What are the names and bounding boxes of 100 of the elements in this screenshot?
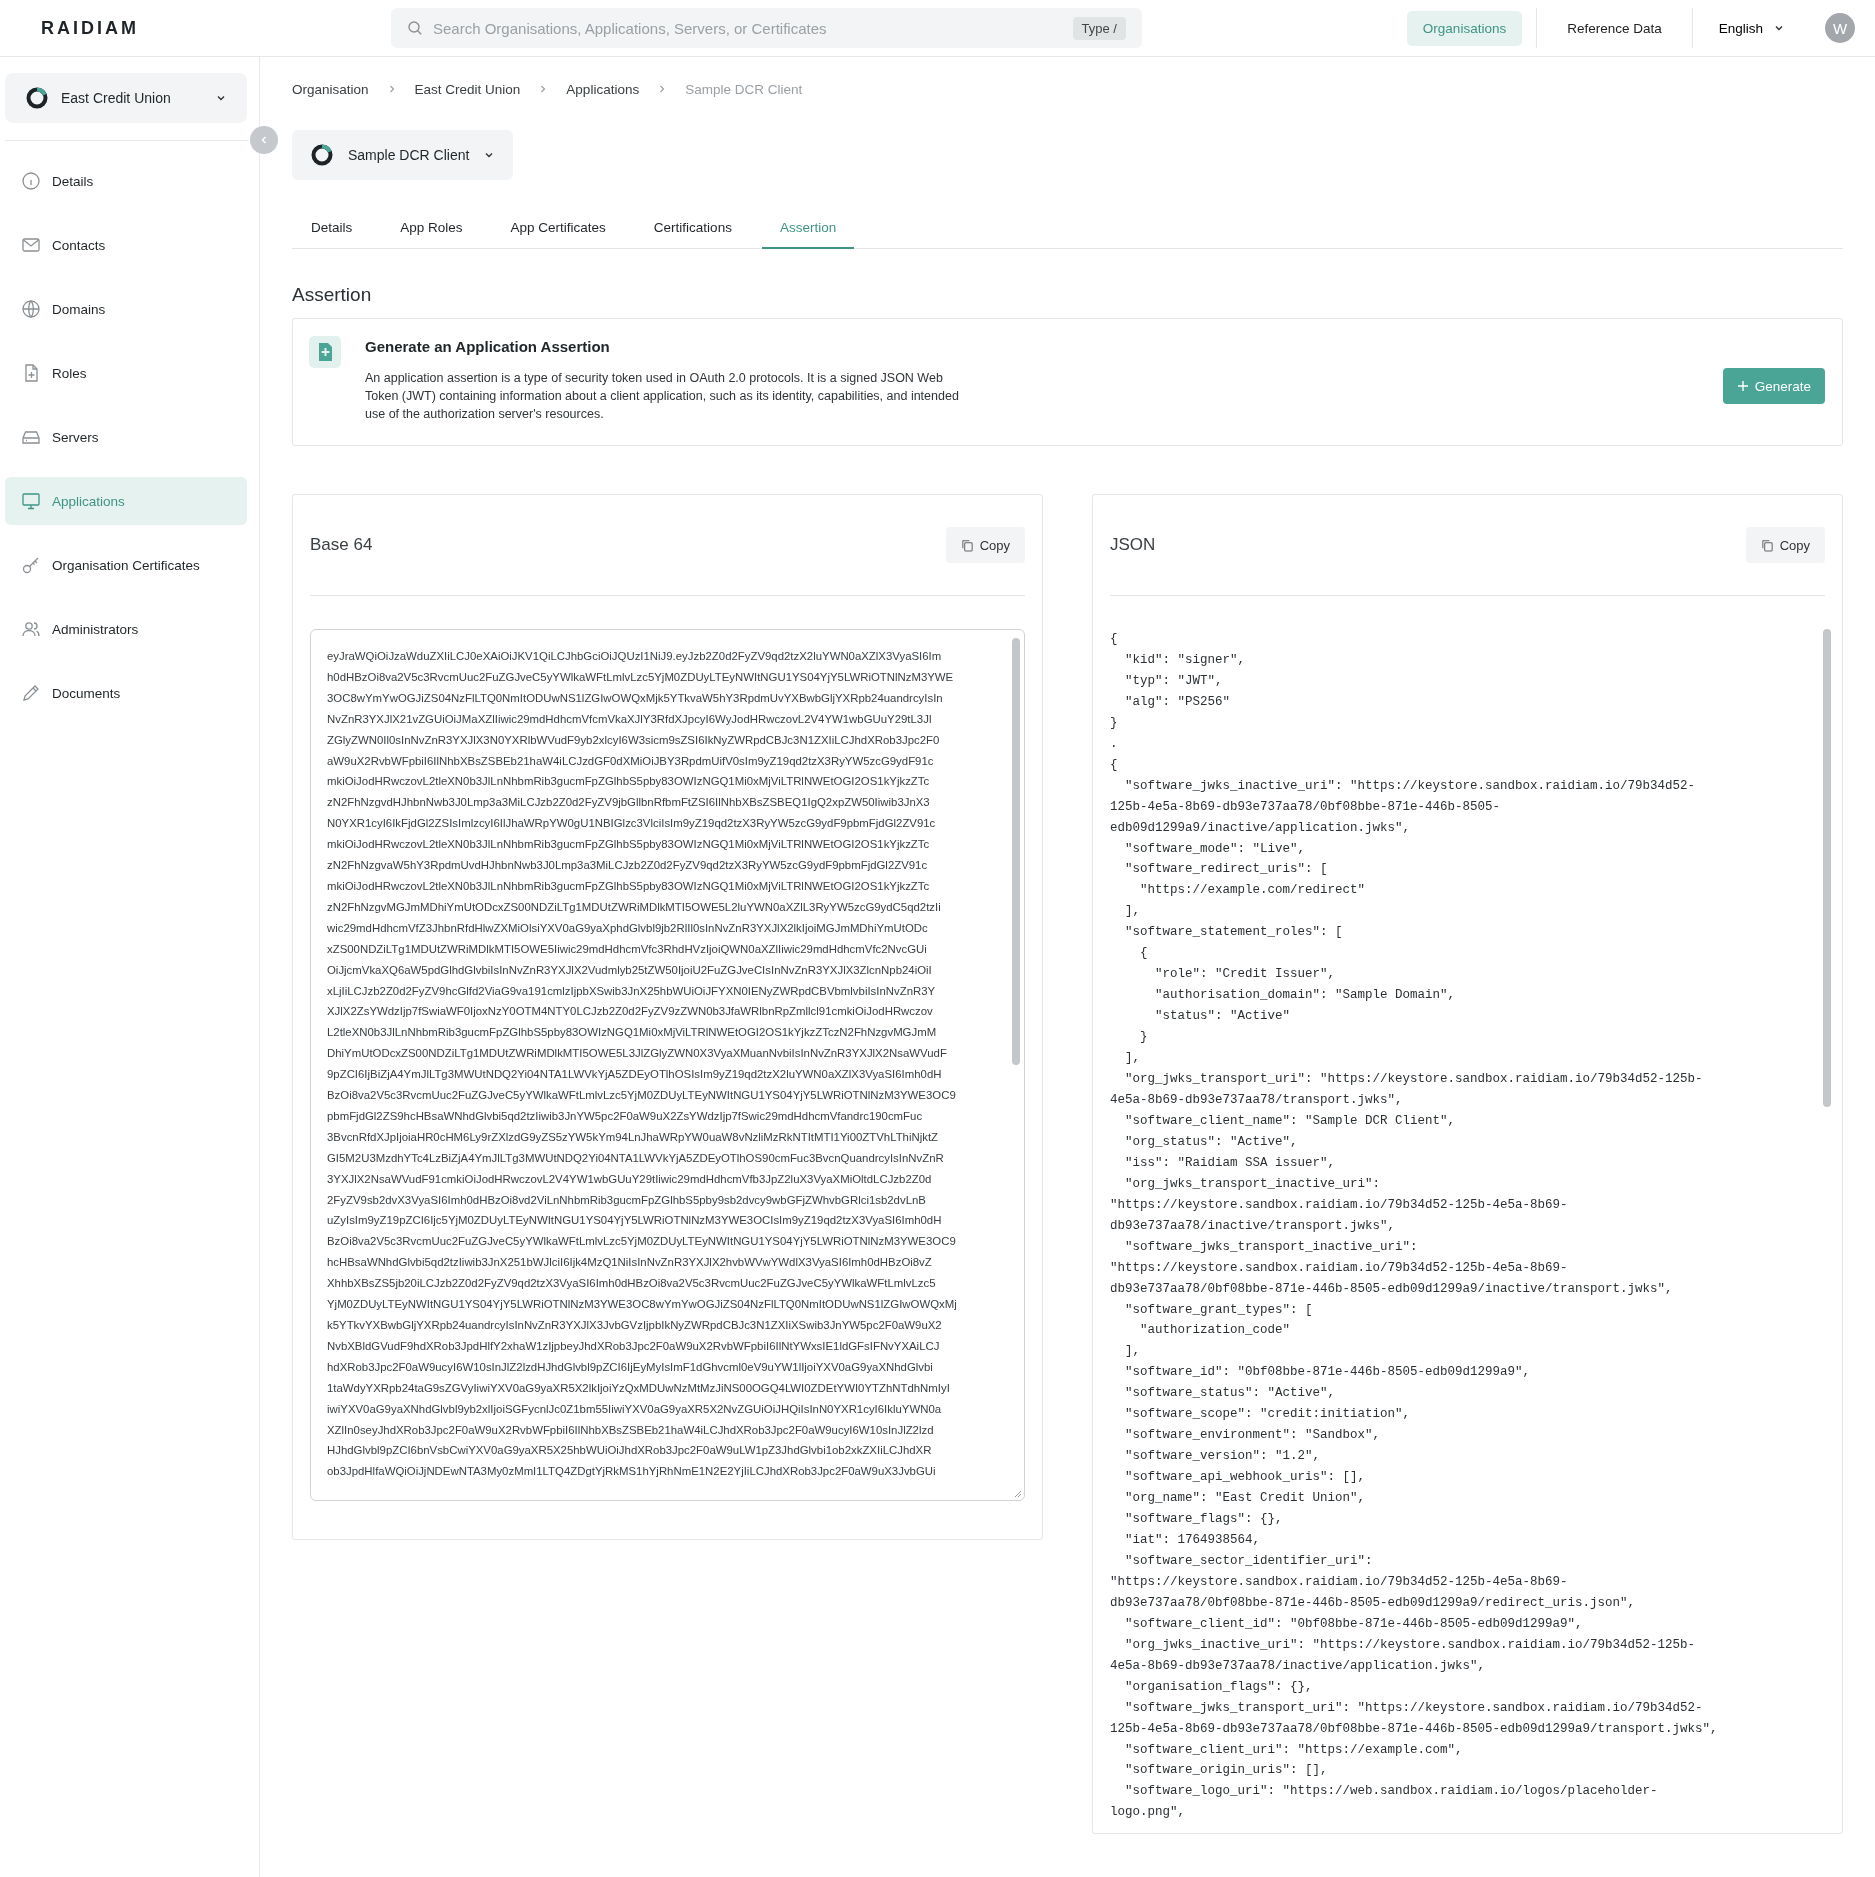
- sidebar-item[interactable]: Documents: [5, 669, 247, 717]
- code-line: "role": "Credit Issuer",: [1154, 966, 1337, 984]
- scrollbar-thumb[interactable]: [1823, 629, 1831, 1107]
- code-line: "org_jwks_inactive_uri": "https://keystore.sandbox.raidiam.io/79b34d52-125b-: [1124, 1636, 1697, 1654]
- code-line: {: [1110, 756, 1119, 774]
- nav-icon: [21, 619, 41, 639]
- code-line: "https://keystore.sandbox.raidiam.io/79b34d52-125b-4e5a-8b69-: [1110, 1259, 1569, 1277]
- code-line: }: [1139, 1029, 1149, 1047]
- code-line: "https://example.com/redirect": [1139, 882, 1367, 900]
- resize-grip-icon: [1012, 1488, 1022, 1498]
- code-line: db93e737aa78/0bf08bbe-871e-446b-8505-edb09d1299a9/inactive/transport.jwks",: [1110, 1280, 1674, 1298]
- code-line: "software_client_id": "0bf08bbe-871e-446b-8505-edb09d1299a9",: [1124, 1615, 1584, 1633]
- tab[interactable]: Details: [293, 208, 371, 249]
- nav-icon: [21, 555, 41, 575]
- tab[interactable]: Certifications: [635, 208, 750, 249]
- code-line: "software_status": "Active",: [1124, 1385, 1337, 1403]
- nav-button[interactable]: Reference Data: [1551, 10, 1678, 46]
- copy-icon: [960, 538, 974, 552]
- code-line: "iss": "Raidiam SSA issuer",: [1124, 1154, 1337, 1172]
- breadcrumb-link[interactable]: East Credit Union: [414, 81, 521, 97]
- plus-icon: [1736, 380, 1749, 392]
- code-line: "software_id": "0bf08bbe-871e-446b-8505-edb09d1299a9",: [1124, 1364, 1532, 1382]
- nav-icon: [21, 235, 41, 255]
- code-line: "authorization_code": [1139, 1322, 1292, 1340]
- search-input[interactable]: Search Organisations, Applications, Servers, or Certificates: [431, 18, 1065, 38]
- sidebar-item[interactable]: Administrators: [5, 605, 247, 653]
- code-line: "software_mode": "Live",: [1124, 840, 1307, 858]
- code-line: }: [1110, 714, 1119, 732]
- tab[interactable]: App Roles: [382, 208, 481, 249]
- tab[interactable]: Assertion: [761, 208, 855, 249]
- code-line: "software_version": "1.2",: [1124, 1448, 1322, 1466]
- code-line: "software_statement_roles": [: [1124, 924, 1344, 942]
- code-line: "org_jwks_transport_uri": "https://keystore.sandbox.raidiam.io/79b34d52-125b-: [1124, 1071, 1704, 1088]
- text-area[interactable]: eyJraWQiOiJzaWduZXIiLCJ0eXAiOiJKV1QiLCJhbGciOiJQUzI1NiJ9.eyJzb2Z0d2FyZV9qd2tzX2luYWN0aXZlX3VyaSI6Im h0dHBzOi8va2V5c3RvcmUuc2FuZGJveC5yYWlkaWFtLmlvLzc5YjM0ZDUyLTEyNWItNGU1YS04YjY5LWRiOTNlNzM3YWE 3OC8wYmYwOGJiZS04NzFlLTQ0NmItODUwNS1lZGIwOWQxMjk5YTkvaW5hY3RpdmUvYXBwbGljYXRpb24uandrcyIsIn NvZnR3YXJlX21vZGUiOiJMaXZlIiwic29mdHdhcmVfcmVkaXJlY3RfdXJpcyI6WyJodHRwczovL2V4YW1wbGUuY29tL3Jl ZGlyZWN0Il0sInNvZnR3YXJlX3N0YXRlbWVudF9yb2xlcyI6W3sicm9sZSI6IkNyZWRpdCBJc3N1ZXIiLCJhdXRob3Jpc2F0 aW9uX2RvbWFpbiI6IlNhbXBsZSBEb21haW4iLCJzdGF0dXMiOiJBY3RpdmUifV0sIm9yZ19qd2tzX3RyYW5zcG9ydF91c mkiOiJodHRwczovL2tleXN0b3JlLnNhbmRib3gucmFpZGlhbS5pby83OWIzNGQ1Mi0xMjViLTRlNWEtOGI2OS1kYjkzZTc zN2FhNzgvdHJhbnNwb3J0Lmp3a3MiLCJzb2Z0d2FyZV9jbGllbnRfbmFtZSI6IlNhbXBsZSBEQ1IgQ2xpZW50Iiwib3JnX3 N0YXR1cyI6IkFjdGl2ZSIsImlzcyI6IlJhaWRpYW0gU1NBIGlzc3VlciIsIm9yZ19qd2tzX3RyYW5zcG9ydF9pbmFjdGl2ZV91c mkiOiJodHRwczovL2tleXN0b3JlLnNhbmRib3gucmFpZGlhbS5pby83OWIzNGQ1Mi0xMjViLTRlNWEtOGI2OS1kYjkzZTc zN2FhNzgvaW5hY3RpdmUvdHJhbnNwb3J0Lmp3a3MiLCJzb2Z0d2FyZV9qd2tzX3RyYW5zcG9ydF9pbmFjdGl2ZV91c mkiOiJodHRwczovL2tleXN0b3JlLnNhbmRib3gucmFpZGlhbS5pby83OWIzNGQ1Mi0xMjViLTRlNWEtOGI2OS1kYjkzZTc zN2FhNzgvMGJmMDhiYmUtODcxZS00NDZiLTg1MDUtZWRiMDlkMTI5OWE5L2luYWN0aXZlL3RyYW5zcG9ydC5qd2tzIi wic29mdHdhcmVfZ3JhbnRfdHlwZXMiOlsiYXV0aG9yaXphdGlvbl9jb2RlIl0sInNvZnR3YXJlX2lkIjoiMGJmMDhiYmUtODc xZS00NDZiLTg1MDUtZWRiMDlkMTI5OWE5Iiwic29mdHdhcmVfc3RhdHVzIjoiQWN0aXZlIiwic29mdHdhcmVfc2NvcGUi OiJjcmVkaXQ6aW5pdGlhdGlvbiIsInNvZnR3YXJlX2Vudmlyb25tZW50IjoiU2FuZGJveCIsInNvZnR3YXJlX3ZlcnNpb24iOiI xLjIiLCJzb2Z0d2FyZV9hcGlfd2ViaG9va191cmlzIjpbXSwib3JnX25hbWUiOiJFYXN0IENyZWRpdCBVbmlvbiIsInNvZnR3Y XJlX2ZsYWdzIjp7fSwiaWF0IjoxNzY0OTM4NTY0LCJzb2Z0d2FyZV9zZWN0b3JfaWRlbnRpZmllcl91cmkiOiJodHRwczov L2tleXN0b3JlLnNhbmRib3gucmFpZGlhbS5pby83OWIzNGQ1Mi0xMjViLTRlNWEtOGI2OS1kYjkzZTczN2FhNzgvMGJmM DhiYmUtODcxZS00NDZiLTg1MDUtZWRiMDlkMTI5OWE5L3JlZGlyZWN0X3VyaXMuanNvbiIsInNvZnR3YXJlX2NsaWVudF 9pZCI6IjBiZjA4YmJlLTg3MWUtNDQ2Yi04NTA1LWVkYjA5ZDEyOTlhOSIsIm9yZ19qd2tzX2luYWN0aXZlX3VyaSI6Imh0dH BzOi8va2V5c3RvcmUuc2FuZGJveC5yYWlkaWFtLmlvLzc5YjM0ZDUyLTEyNWItNGU1YS04YjY5LWRiOTNlNzM3YWE3OC9 pbmFjdGl2ZS9hcHBsaWNhdGlvbi5qd2tzIiwib3JnYW5pc2F0aW9uX2ZsYWdzIjp7fSwic29mdHdhcmVfandrc190cmFuc 3BvcnRfdXJpIjoiaHR0cHM6Ly9rZXlzdG9yZS5zYW5kYm94LnJhaWRpYW0uaW8vNzliMzRkNTItMTI1Yi00ZTVhLThiNjktZ GI5M2U3MzdhYTc4LzBiZjA4YmJlLTg3MWUtNDQ2Yi04NTA1LWVkYjA5ZDEyOTlhOS90cmFuc3BvcnQuandrcyIsInNvZnR 3YXJlX2NsaWVudF91cmkiOiJodHRwczovL2V4YW1wbGUuY29tIiwic29mdHdhcmVfb3JpZ2luX3VyaXMiOltdLCJzb2Z0d 2FyZV9sb2dvX3VyaSI6Imh0dHBzOi8vd2ViLnNhbmRib3gucmFpZGlhbS5pby9sb2dvcy9wbGFjZWhvbGRlci1sb2dvLnB uZyIsIm9yZ19pZCI6Ijc5YjM0ZDUyLTEyNWItNGU1YS04YjY5LWRiOTNlNzM3YWE3OCIsIm9yZ19qd2tzX3VyaSI6Imh0dH BzOi8va2V5c3RvcmUuc2FuZGJveC5yYWlkaWFtLmlvLzc5YjM0ZDUyLTEyNWItNGU1YS04YjY5LWRiOTNlNzM3YWE3OC9 hcHBsaWNhdGlvbi5qd2tzIiwib3JnX251bWJlciI6Ijk4MzQ1NiIsInNvZnR3YXJlX2hvbWVwYWdlX3VyaSI6Imh0dHBzOi8vZ XhhbXBsZS5jb20iLCJzb2Z0d2FyZV9qd2tzX3VyaSI6Imh0dHBzOi8va2V5c3RvcmUuc2FuZGJveC5yYWlkaWFtLmlvLzc5 YjM0ZDUyLTEyNWItNGU1YS04YjY5LWRiOTNlNzM3YWE3OC8wYmYwOGJiZS04NzFlLTQ0NmItODUwNS1lZGIwOWQxMj k5YTkvYXBwbGljYXRpb24uandrcyIsInNvZnR3YXJlX3JvbGVzIjpbIkNyZWRpdCBJc3N1ZXIiXSwib3JnYW5pc2F0aW9uX2 NvbXBldGVudF9hdXRob3JpdHlfY2xhaW1zIjpbeyJhdXRob3Jpc2F0aW9uX2RvbWFpbiI6IlNtYWxsIE1ldGFsIFNvYXAiLCJ hdXRob3Jpc2F0aW9ucyI6W10sInJlZ2lzdHJhdGlvbl9pZCI6IjEyMyIsImF1dGhvcml0eV9uYW1lIjoiYXV0aG9yaXNhdGlvbi 1taWdyYXRpb24taG9sZGVyIiwiYXV0aG9yaXR5X2lkIjoiYzQxMDUwNzMtMzJiNS00OGQ4LWI0ZDEtYWI0YTZhNTdhNmIyI iwiYXV0aG9yaXNhdGlvbl9yb2xlIjoiSGFycnlJc0Z1bm55IiwiYXV0aG9yaXR5X2NvZGUiOiJHQiIsInN0YXR1cyI6IkluYWN0a XZlIn0seyJhdXRob3Jpc2F0aW9uX2RvbWFpbiI6IlNhbXBsZSBEb21haW4iLCJhdXRob3Jpc2F0aW9ucyI6W10sInJlZ2lzd HJhdGlvbl9pZCI6bnVsbCwiYXV0aG9yaXR5X25hbWUiOiJhdXRob3Jpc2F0aW9uLW1pZ3JhdGlvbi1ob2xkZXIiLCJhdXR ob3JpdHlfaWQiOiJjNDEwNTA3My0zMmI1LTQ4ZDgtYjRkMS1hYjRhNmE1N2E2YjIiLCJhdXRob3Jpc2F0aW9uX3JvbGUi: [310, 629, 1025, 1501]
- organisation-selector[interactable]: East Credit Union: [5, 73, 247, 123]
- code-line: "org_name": "East Credit Union",: [1124, 1490, 1367, 1508]
- copy-button[interactable]: Copy: [945, 527, 1025, 563]
- shortcut-hint: Type /: [1072, 16, 1126, 40]
- code-line: ],: [1124, 1050, 1141, 1068]
- tab[interactable]: App Certificates: [492, 208, 624, 249]
- code-line: .: [1110, 735, 1119, 753]
- code-line: "software_origin_uris": [],: [1124, 1762, 1329, 1780]
- card-title: Generate an Application Assertion: [365, 338, 611, 355]
- code-line: "software_sector_identifier_uri":: [1124, 1552, 1374, 1570]
- code-line: logo.png",: [1110, 1804, 1186, 1822]
- panel-title: Base 64: [310, 535, 373, 555]
- nav-icon: [21, 683, 41, 703]
- search-icon: [407, 20, 423, 36]
- code-line: "kid": "signer",: [1124, 651, 1247, 669]
- code-line: "authorisation_domain": "Sample Domain",: [1154, 987, 1457, 1005]
- code-line: 4e5a-8b69-db93e737aa78/transport.jwks",: [1110, 1091, 1404, 1109]
- code-line: "alg": "PS256": [1124, 693, 1232, 711]
- search-bar[interactable]: Search Organisations, Applications, Servers, or Certificates Type /: [391, 8, 1142, 48]
- code-line: "status": "Active": [1154, 1008, 1292, 1026]
- code-line: 4e5a-8b69-db93e737aa78/inactive/application.jwks",: [1110, 1657, 1487, 1675]
- breadcrumb-link[interactable]: Applications: [566, 81, 640, 97]
- code-line: edb09d1299a9/inactive/application.jwks",: [1110, 819, 1412, 837]
- nav-icon: [21, 299, 41, 319]
- code-line: "org_status": "Active",: [1124, 1133, 1299, 1151]
- code-line: "organisation_flags": {},: [1124, 1678, 1314, 1696]
- sidebar-item[interactable]: Contacts: [5, 221, 247, 269]
- code-line: ],: [1124, 1343, 1141, 1361]
- collapse-button[interactable]: [250, 126, 278, 154]
- nav-icon: [21, 491, 41, 511]
- panel-title: JSON: [1110, 535, 1156, 555]
- section-title: Assertion: [292, 284, 373, 306]
- donut-icon: [310, 143, 334, 167]
- code-line: "software_environment": "Sandbox",: [1124, 1427, 1382, 1445]
- code-line: {: [1110, 631, 1119, 648]
- code-line: "software_logo_uri": "https://web.sandbox.raidiam.io/logos/placeholder-: [1124, 1783, 1659, 1801]
- code-line: "software_flags": {},: [1124, 1511, 1284, 1529]
- document-icon: [309, 336, 341, 368]
- logo[interactable]: RAIDIAM: [41, 17, 391, 39]
- language-dropdown[interactable]: English: [1706, 14, 1797, 42]
- code-line: "software_jwks_transport_uri": "https://keystore.sandbox.raidiam.io/79b34d52-: [1124, 1699, 1704, 1717]
- code-line: 125b-4e5a-8b69-db93e737aa78/0bf08bbe-871e-446b-8505-: [1110, 798, 1502, 816]
- code-line: "https://keystore.sandbox.raidiam.io/79b34d52-125b-4e5a-8b69-: [1110, 1573, 1569, 1591]
- breadcrumb-link[interactable]: Organisation: [292, 81, 369, 97]
- code-line: "software_scope": "credit:initiation",: [1124, 1406, 1412, 1424]
- code-line: "software_jwks_transport_inactive_uri":: [1124, 1238, 1419, 1256]
- scrollbar-thumb[interactable]: [1012, 638, 1020, 1065]
- sidebar-item[interactable]: Organisation Certificates: [5, 541, 247, 589]
- application-selector[interactable]: Sample DCR Client: [292, 130, 514, 180]
- code-line: 125b-4e5a-8b69-db93e737aa78/0bf08bbe-871e-446b-8505-edb09d1299a9/transport.jwks",: [1110, 1720, 1719, 1738]
- code-line: "software_client_name": "Sample DCR Client",: [1124, 1112, 1457, 1130]
- copy-button[interactable]: Copy: [1745, 527, 1825, 563]
- sidebar-item[interactable]: Details: [5, 157, 247, 205]
- code-line: ],: [1124, 903, 1141, 921]
- code-line: db93e737aa78/inactive/transport.jwks",: [1110, 1217, 1397, 1235]
- sidebar-item[interactable]: Domains: [5, 285, 247, 333]
- code-line: "software_redirect_uris": [: [1124, 861, 1329, 879]
- donut-icon: [25, 86, 49, 110]
- code-line: {: [1139, 945, 1149, 963]
- sidebar-item[interactable]: Servers: [5, 413, 247, 461]
- code-line: "software_api_webhook_uris": [],: [1124, 1469, 1367, 1487]
- copy-icon: [1760, 538, 1774, 552]
- code-line: "software_grant_types": [: [1124, 1301, 1314, 1319]
- sidebar-item[interactable]: Roles: [5, 349, 247, 397]
- code-line: "software_jwks_inactive_uri": "https://keystore.sandbox.raidiam.io/79b34d52-: [1124, 777, 1697, 795]
- code-line: db93e737aa78/0bf08bbe-871e-446b-8505-edb09d1299a9/redirect_uris.json",: [1110, 1594, 1637, 1612]
